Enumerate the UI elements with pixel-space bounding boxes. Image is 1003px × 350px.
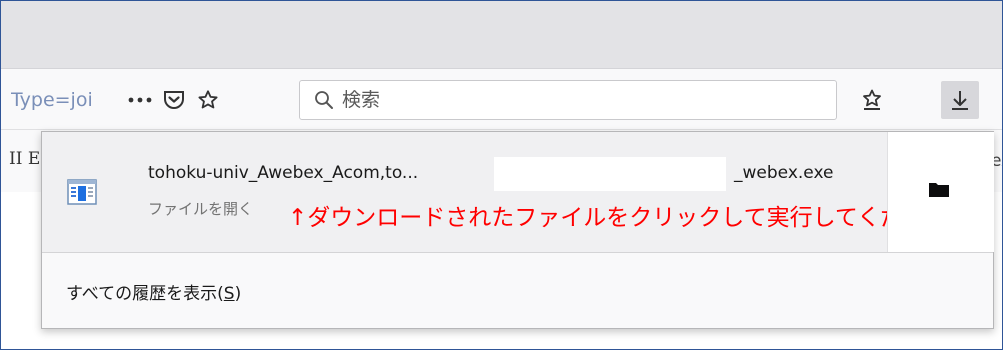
search-icon: [308, 81, 340, 119]
bookmark-item-partial[interactable]: II E: [9, 149, 40, 169]
panel-divider: [42, 252, 993, 253]
access-key: S: [223, 284, 235, 304]
show-in-folder-button[interactable]: [887, 132, 994, 252]
tab-strip: [1, 1, 1002, 68]
url-bar-tail[interactable]: Type=joi: [1, 83, 281, 117]
show-all-history-button[interactable]: すべての履歴を表示(S): [42, 254, 993, 328]
downloads-panel: tohoku-univ_Awebex_Acom,to... _webex.exe…: [41, 131, 994, 329]
redaction-box: [494, 157, 726, 191]
search-input[interactable]: [340, 82, 804, 118]
search-box[interactable]: [299, 80, 837, 120]
download-arrow-icon[interactable]: [941, 81, 979, 119]
url-text[interactable]: Type=joi: [11, 89, 123, 111]
show-all-history-label: すべての履歴を表示(S): [66, 284, 242, 304]
more-horizontal-icon[interactable]: [123, 83, 157, 117]
application-window-icon: [67, 177, 97, 211]
browser-window: Type=joi II E ex: [0, 0, 1003, 350]
download-item[interactable]: tohoku-univ_Awebex_Acom,to... _webex.exe…: [42, 132, 949, 252]
download-status: ファイルを開く: [148, 200, 254, 218]
download-filename: tohoku-univ_Awebex_Acom,to...: [148, 163, 419, 183]
star-icon[interactable]: [191, 83, 225, 117]
library-icon[interactable]: [853, 81, 891, 119]
download-filename-end: _webex.exe: [734, 163, 834, 183]
pocket-icon[interactable]: [157, 83, 191, 117]
folder-icon: [928, 180, 950, 202]
